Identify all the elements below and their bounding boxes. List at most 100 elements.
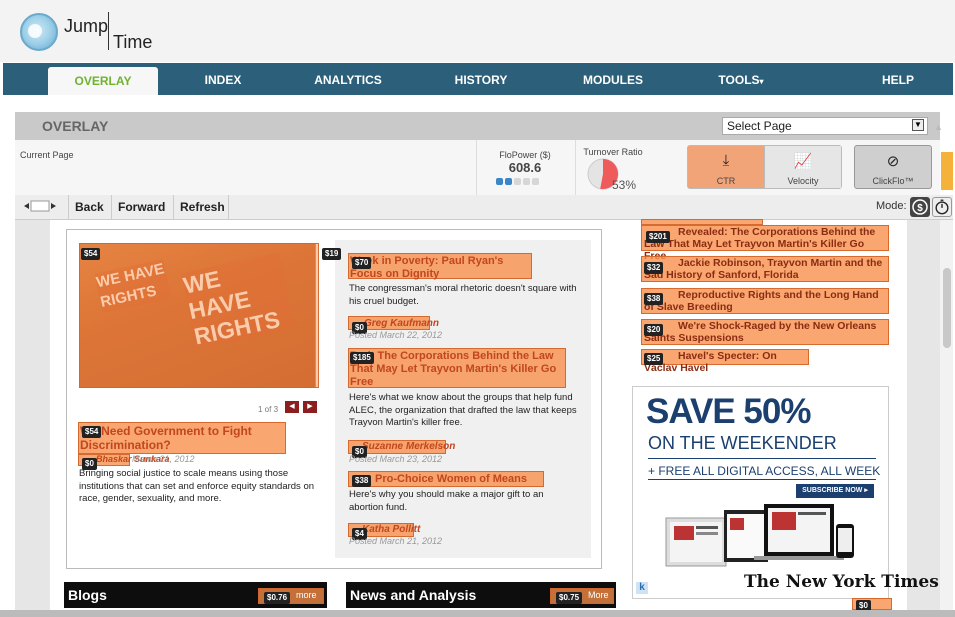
refresh-button[interactable]: Refresh bbox=[173, 195, 231, 219]
price-badge: $20 bbox=[644, 324, 664, 336]
price-badge: $32 bbox=[644, 262, 664, 274]
corporations-summary: Here's what we know about the groups tha… bbox=[349, 392, 577, 428]
prochoice-summary: Here's why you should make a major gift … bbox=[349, 489, 544, 513]
next-slide-icon[interactable]: ▶ bbox=[303, 401, 317, 413]
right-list-text: Jackie Robinson, Trayvon Martin and the … bbox=[644, 257, 883, 281]
merkelson-date: Posted March 23, 2012 bbox=[349, 454, 443, 464]
poverty-date: Posted March 22, 2012 bbox=[349, 330, 443, 340]
price-badge: $185 bbox=[350, 352, 374, 364]
tab-help[interactable]: HELP bbox=[863, 63, 933, 95]
pollitt-date: Posted March 21, 2012 bbox=[349, 536, 443, 546]
stopwatch-icon bbox=[935, 199, 949, 215]
logo-text-jump: Jump bbox=[64, 16, 109, 36]
dollar-icon: $ bbox=[912, 199, 928, 215]
dropdown-arrow-icon[interactable]: ▼ bbox=[912, 119, 924, 131]
ad-divider bbox=[648, 458, 876, 459]
tab-analytics[interactable]: ANALYTICS bbox=[303, 63, 393, 95]
turnover-label: Turnover Ratio bbox=[583, 147, 643, 157]
tab-tools[interactable]: TOOLS▾ bbox=[701, 63, 781, 95]
right-list-item[interactable]: Havel's Specter: On Václav Havel bbox=[641, 349, 809, 374]
price-badge: $19 bbox=[322, 248, 342, 260]
compass-icon: ⊘ bbox=[886, 153, 900, 170]
tab-tools-label: TOOLS bbox=[718, 73, 760, 87]
flopower-meter-dot bbox=[505, 178, 512, 185]
overlay-photo[interactable] bbox=[79, 243, 319, 388]
subscribe-button[interactable]: SUBSCRIBE NOW ▸ bbox=[796, 484, 874, 498]
velocity-label: Velocity bbox=[787, 176, 819, 186]
prev-slide-icon[interactable]: ◀ bbox=[285, 401, 299, 413]
toolbar-divider bbox=[228, 195, 229, 219]
prochoice-headline[interactable]: Pro-Choice Women of Means bbox=[375, 473, 545, 486]
ctr-button[interactable]: ⤓ CTR bbox=[688, 146, 765, 188]
turnover-value: 53% bbox=[612, 178, 637, 192]
forward-button[interactable]: Forward bbox=[111, 195, 171, 219]
right-list-item[interactable]: Revealed: The Corporations Behind the La… bbox=[641, 225, 889, 262]
news-title: News and Analysis bbox=[350, 587, 477, 603]
ad-headline: SAVE 50% bbox=[646, 392, 811, 431]
svg-text:$: $ bbox=[917, 203, 923, 214]
line-chart-icon: 📈 bbox=[793, 153, 813, 170]
blogs-more-link[interactable]: more bbox=[296, 590, 317, 600]
flopower-meter-dot bbox=[514, 178, 521, 185]
price-badge: $54 bbox=[82, 426, 102, 438]
ctr-label: CTR bbox=[716, 176, 736, 186]
ad-divider bbox=[648, 479, 876, 480]
poverty-author[interactable]: Greg Kaufmann bbox=[364, 318, 439, 329]
devices-image bbox=[665, 504, 854, 567]
current-page-label: Current Page bbox=[20, 150, 74, 160]
flopower-meter-dot bbox=[523, 178, 530, 185]
ad-offer: + FREE ALL DIGITAL ACCESS, ALL WEEK bbox=[648, 464, 881, 478]
price-badge: $0.75 bbox=[556, 592, 583, 604]
price-badge: $201 bbox=[646, 231, 670, 243]
mode-time-button[interactable] bbox=[932, 197, 952, 217]
resize-arrows-icon[interactable] bbox=[23, 199, 57, 213]
price-badge: $54 bbox=[81, 248, 101, 260]
clickflo-label: ClickFlo™ bbox=[872, 176, 914, 186]
logo-highlight bbox=[28, 24, 42, 38]
page-select[interactable]: Select Page bbox=[722, 117, 928, 135]
scroll-up-icon[interactable]: ▲ bbox=[934, 122, 943, 132]
right-list-item[interactable]: We're Shock-Raged by the New Orleans Sai… bbox=[641, 319, 889, 345]
panel-scroll-thumb[interactable] bbox=[941, 152, 953, 190]
corporations-headline[interactable]: Bad: The Corporations Behind the Law Tha… bbox=[350, 350, 564, 389]
window-bottom-edge bbox=[0, 610, 955, 617]
left-headline[interactable]: We Need Government to Fight Discriminati… bbox=[80, 424, 285, 452]
right-list-item[interactable]: Jackie Robinson, Trayvon Martin and the … bbox=[641, 256, 889, 282]
blogs-title: Blogs bbox=[68, 587, 107, 603]
ad-choice-icon[interactable]: k bbox=[636, 582, 648, 594]
price-badge: $25 bbox=[644, 353, 664, 365]
left-summary: Bringing social justice to scale means u… bbox=[79, 468, 315, 504]
mode-money-button[interactable]: $ bbox=[910, 197, 930, 217]
clickflo-button[interactable]: ⊘ ClickFlo™ bbox=[854, 145, 932, 189]
tab-modules[interactable]: MODULES bbox=[568, 63, 658, 95]
ad-subheadline: ON THE WEEKENDER bbox=[648, 433, 837, 453]
slide-counter: 1 of 3 bbox=[258, 405, 279, 414]
tab-overlay[interactable]: OVERLAY bbox=[48, 67, 158, 95]
news-more-link[interactable]: More bbox=[588, 590, 609, 600]
nyt-brand: The New York Times bbox=[744, 572, 939, 592]
caret-down-icon: ▾ bbox=[759, 77, 764, 86]
right-list-text: Reproductive Rights and the Long Hand of… bbox=[644, 289, 879, 313]
tab-history[interactable]: HISTORY bbox=[441, 63, 521, 95]
logo-divider bbox=[108, 12, 109, 50]
left-date: March 21, 2012 bbox=[132, 454, 195, 464]
overlay-title: OVERLAY bbox=[42, 118, 109, 134]
poverty-summary: The congressman's moral rhetoric doesn't… bbox=[349, 283, 577, 307]
price-badge: $38 bbox=[352, 475, 372, 487]
flopower-label: FloPower ($) bbox=[499, 150, 551, 160]
tab-index[interactable]: INDEX bbox=[183, 63, 263, 95]
right-list-item[interactable]: Reproductive Rights and the Long Hand of… bbox=[641, 288, 889, 314]
right-list-text: We're Shock-Raged by the New Orleans Sai… bbox=[644, 320, 877, 344]
pollitt-author[interactable]: Katha Pollitt bbox=[362, 524, 420, 535]
main-nav: OVERLAY INDEX ANALYTICS HISTORY MODULES … bbox=[3, 63, 953, 95]
poverty-headline[interactable]: Week in Poverty: Paul Ryan's Focus on Di… bbox=[350, 255, 530, 281]
merkelson-author[interactable]: Suzanne Merkelson bbox=[362, 441, 455, 452]
price-badge: $38 bbox=[644, 293, 664, 305]
page-scroll-thumb[interactable] bbox=[943, 268, 951, 348]
logo-text-time: Time bbox=[113, 32, 153, 52]
back-button[interactable]: Back bbox=[68, 195, 110, 219]
price-badge: $0.76 bbox=[264, 592, 291, 604]
velocity-button[interactable]: 📈 Velocity bbox=[765, 146, 841, 188]
mode-label: Mode: bbox=[876, 200, 907, 212]
download-icon: ⤓ bbox=[722, 152, 730, 169]
